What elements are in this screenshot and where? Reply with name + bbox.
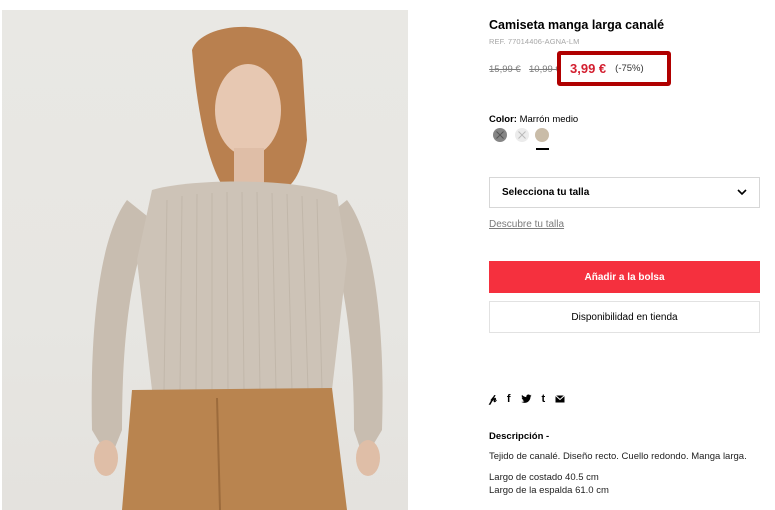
tumblr-icon[interactable]: t xyxy=(542,392,546,406)
color-swatch-brown[interactable] xyxy=(535,128,549,142)
highlighted-price-box: 3,99 € (-75%) xyxy=(557,51,671,86)
color-swatch-white[interactable] xyxy=(515,128,529,142)
email-icon[interactable] xyxy=(555,395,566,403)
size-select[interactable]: Selecciona tu talla xyxy=(489,177,760,208)
original-price: 15,99 € xyxy=(489,64,521,75)
size-select-label: Selecciona tu talla xyxy=(502,187,590,198)
discount-badge: (-75%) xyxy=(615,63,644,74)
color-label: Color: xyxy=(489,114,517,125)
add-to-bag-button[interactable]: Añadir a la bolsa xyxy=(489,261,760,293)
unavailable-cross-icon xyxy=(496,131,504,139)
color-label-row: Color: Marrón medio xyxy=(489,114,578,125)
product-ref: REF. 77014406-AGNA-LM xyxy=(489,37,580,46)
product-title: Camiseta manga larga canalé xyxy=(489,18,665,32)
product-image[interactable] xyxy=(2,10,408,510)
color-value: Marrón medio xyxy=(519,114,579,125)
previous-price: 10,99 € xyxy=(529,64,561,75)
pinterest-icon[interactable]: 𝓅 xyxy=(489,392,497,406)
twitter-icon[interactable] xyxy=(520,394,532,404)
store-availability-button[interactable]: Disponibilidad en tienda xyxy=(489,301,760,333)
selected-swatch-indicator xyxy=(536,148,549,150)
size-guide-link[interactable]: Descubre tu talla xyxy=(489,219,564,230)
facebook-icon[interactable]: f xyxy=(507,392,511,406)
description-text: Tejido de canalé. Diseño recto. Cuello r… xyxy=(489,451,747,462)
side-length: Largo de costado 40.5 cm xyxy=(489,472,599,483)
color-swatch-grey[interactable] xyxy=(493,128,507,142)
chevron-down-icon xyxy=(737,189,747,196)
back-length: Largo de la espalda 61.0 cm xyxy=(489,485,609,496)
current-price: 3,99 € xyxy=(570,61,607,76)
unavailable-cross-icon xyxy=(518,131,526,139)
product-info: Camiseta manga larga canalé REF. 7701440… xyxy=(489,0,761,510)
share-icons: 𝓅 f t xyxy=(489,392,566,406)
description-heading[interactable]: Descripción - xyxy=(489,431,549,442)
